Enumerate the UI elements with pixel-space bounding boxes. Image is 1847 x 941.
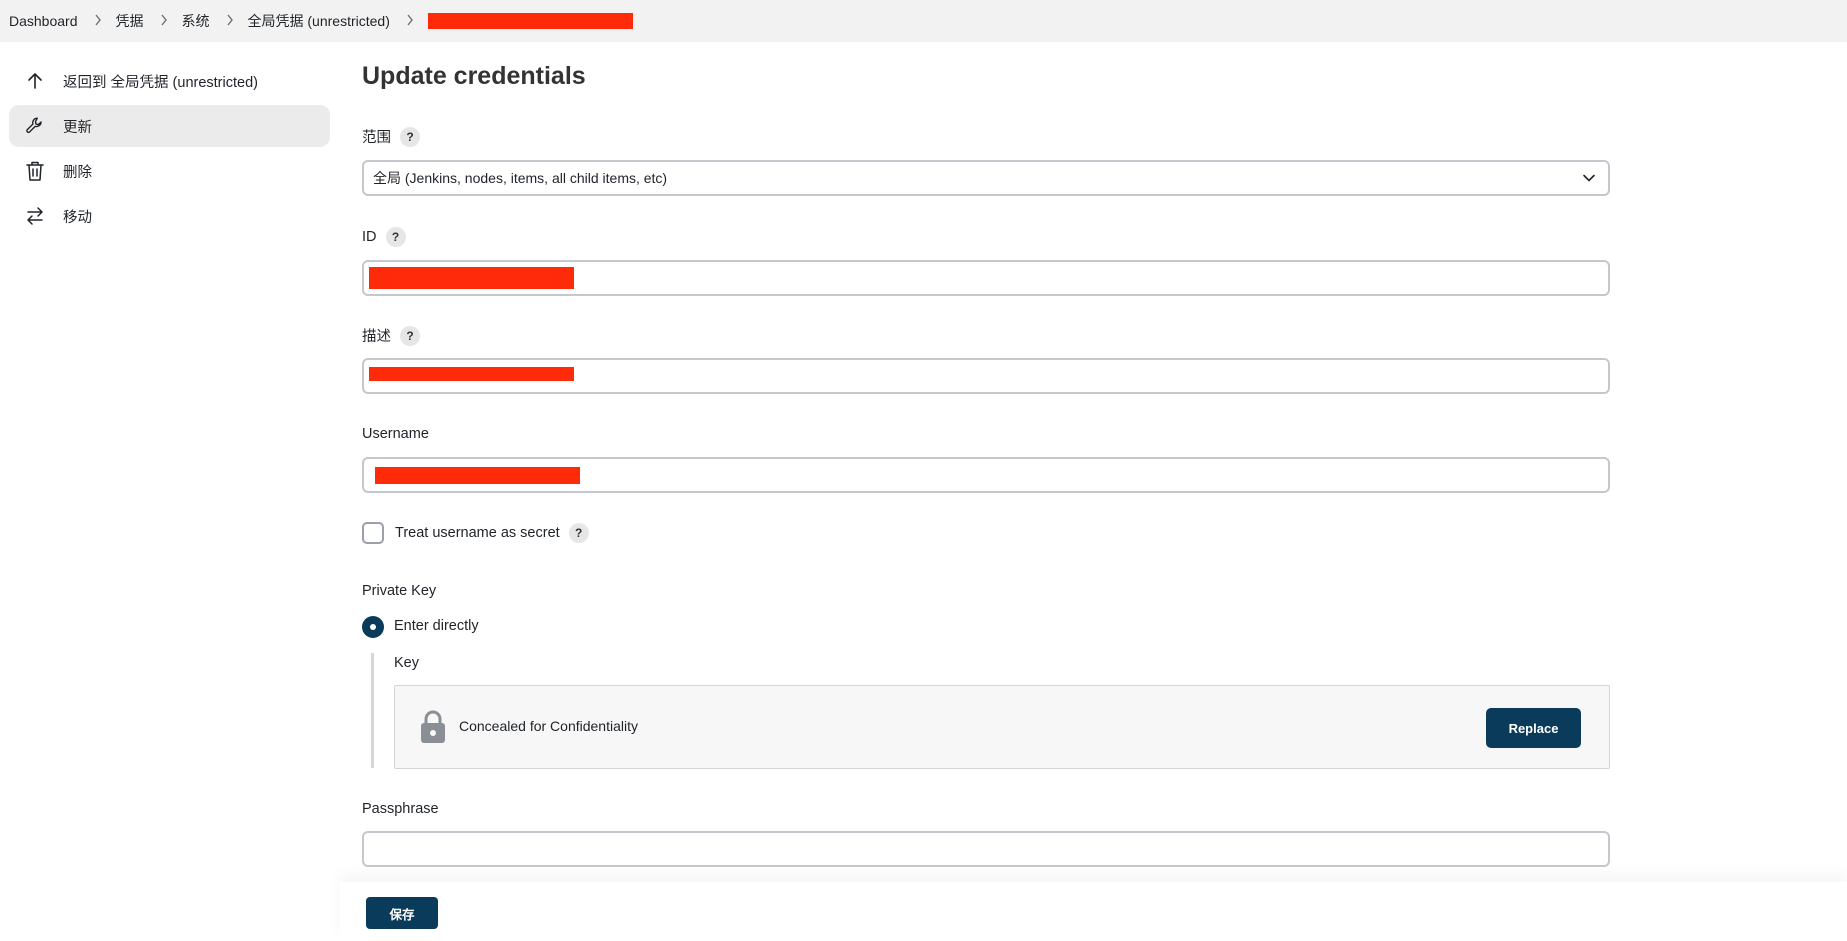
key-section-rail bbox=[371, 653, 374, 768]
treat-username-secret-row: Treat username as secret ? bbox=[395, 523, 589, 543]
private-key-label-row: Private Key bbox=[362, 583, 436, 599]
sidebar-item-label: 删除 bbox=[63, 164, 92, 181]
concealed-text: Concealed for Confidentiality bbox=[459, 718, 638, 734]
lock-icon bbox=[419, 710, 447, 748]
wrench-icon bbox=[23, 114, 47, 138]
help-icon[interactable]: ? bbox=[385, 227, 406, 247]
scope-selected-value: 全局 (Jenkins, nodes, items, all child ite… bbox=[373, 170, 668, 186]
passphrase-input[interactable] bbox=[362, 831, 1610, 867]
username-label: Username bbox=[362, 426, 429, 442]
username-input[interactable] bbox=[362, 457, 1610, 493]
sidebar-item-label: 移动 bbox=[63, 209, 92, 226]
treat-username-secret-label[interactable]: Treat username as secret bbox=[395, 525, 560, 541]
footer-bar bbox=[340, 882, 1847, 941]
sidebar-item-update[interactable]: 更新 bbox=[9, 105, 330, 147]
scope-select[interactable]: 全局 (Jenkins, nodes, items, all child ite… bbox=[362, 160, 1610, 196]
breadcrumb-separator-icon bbox=[226, 13, 234, 29]
id-label-row: ID ? bbox=[362, 227, 406, 247]
trash-icon bbox=[23, 159, 47, 183]
passphrase-label: Passphrase bbox=[362, 801, 439, 817]
breadcrumb-separator-icon bbox=[94, 13, 102, 29]
main-content: Update credentials bbox=[362, 62, 1610, 91]
description-input[interactable] bbox=[362, 358, 1610, 394]
breadcrumb-dashboard[interactable]: Dashboard bbox=[9, 13, 78, 29]
concealed-key-box: Concealed for Confidentiality Replace bbox=[394, 685, 1610, 769]
scope-label: 范围 bbox=[362, 130, 391, 146]
replace-button[interactable]: Replace bbox=[1486, 708, 1581, 748]
enter-directly-label[interactable]: Enter directly bbox=[394, 618, 479, 634]
username-value-redacted bbox=[375, 466, 580, 484]
private-key-label: Private Key bbox=[362, 583, 437, 599]
sidebar-item-label: 返回到 全局凭据 (unrestricted) bbox=[63, 74, 258, 91]
username-label-row: Username bbox=[362, 426, 429, 442]
breadcrumb-global-credentials[interactable]: 全局凭据 (unrestricted) bbox=[248, 11, 390, 31]
help-icon[interactable]: ? bbox=[400, 126, 420, 147]
help-icon[interactable]: ? bbox=[568, 523, 589, 543]
id-label: ID bbox=[362, 229, 377, 245]
sidebar: 返回到 全局凭据 (unrestricted) 更新 删除 移动 bbox=[9, 60, 330, 240]
swap-arrows-icon bbox=[23, 204, 47, 228]
breadcrumb-credentials[interactable]: 凭据 bbox=[116, 11, 144, 31]
treat-username-secret-checkbox[interactable] bbox=[362, 522, 384, 544]
id-input[interactable] bbox=[362, 260, 1610, 296]
breadcrumb: Dashboard 凭据 系统 全局凭据 (unrestricted) bbox=[0, 0, 1847, 42]
radio-dot bbox=[370, 624, 376, 630]
passphrase-label-row: Passphrase bbox=[362, 801, 439, 817]
breadcrumb-system[interactable]: 系统 bbox=[182, 11, 210, 31]
help-icon[interactable]: ? bbox=[400, 325, 420, 346]
breadcrumb-separator-icon bbox=[160, 13, 168, 29]
description-label: 描述 bbox=[362, 329, 391, 345]
chevron-down-icon bbox=[1582, 171, 1596, 188]
enter-directly-radio[interactable] bbox=[362, 616, 384, 638]
arrow-up-icon bbox=[23, 69, 47, 93]
description-value-redacted bbox=[369, 367, 574, 381]
breadcrumb-current-redacted[interactable] bbox=[427, 13, 633, 29]
key-label: Key bbox=[394, 655, 419, 671]
breadcrumb-separator-icon bbox=[406, 13, 414, 29]
key-label-row: Key bbox=[394, 655, 419, 671]
scope-label-row: 范围 ? bbox=[362, 126, 420, 147]
enter-directly-row: Enter directly bbox=[394, 618, 479, 634]
sidebar-item-move[interactable]: 移动 bbox=[9, 195, 330, 237]
sidebar-item-delete[interactable]: 删除 bbox=[9, 150, 330, 192]
page-title: Update credentials bbox=[362, 62, 586, 90]
sidebar-item-label: 更新 bbox=[63, 119, 92, 136]
id-value-redacted bbox=[369, 267, 574, 289]
description-label-row: 描述 ? bbox=[362, 325, 420, 346]
save-button[interactable]: 保存 bbox=[366, 897, 438, 929]
sidebar-item-back[interactable]: 返回到 全局凭据 (unrestricted) bbox=[9, 60, 330, 102]
